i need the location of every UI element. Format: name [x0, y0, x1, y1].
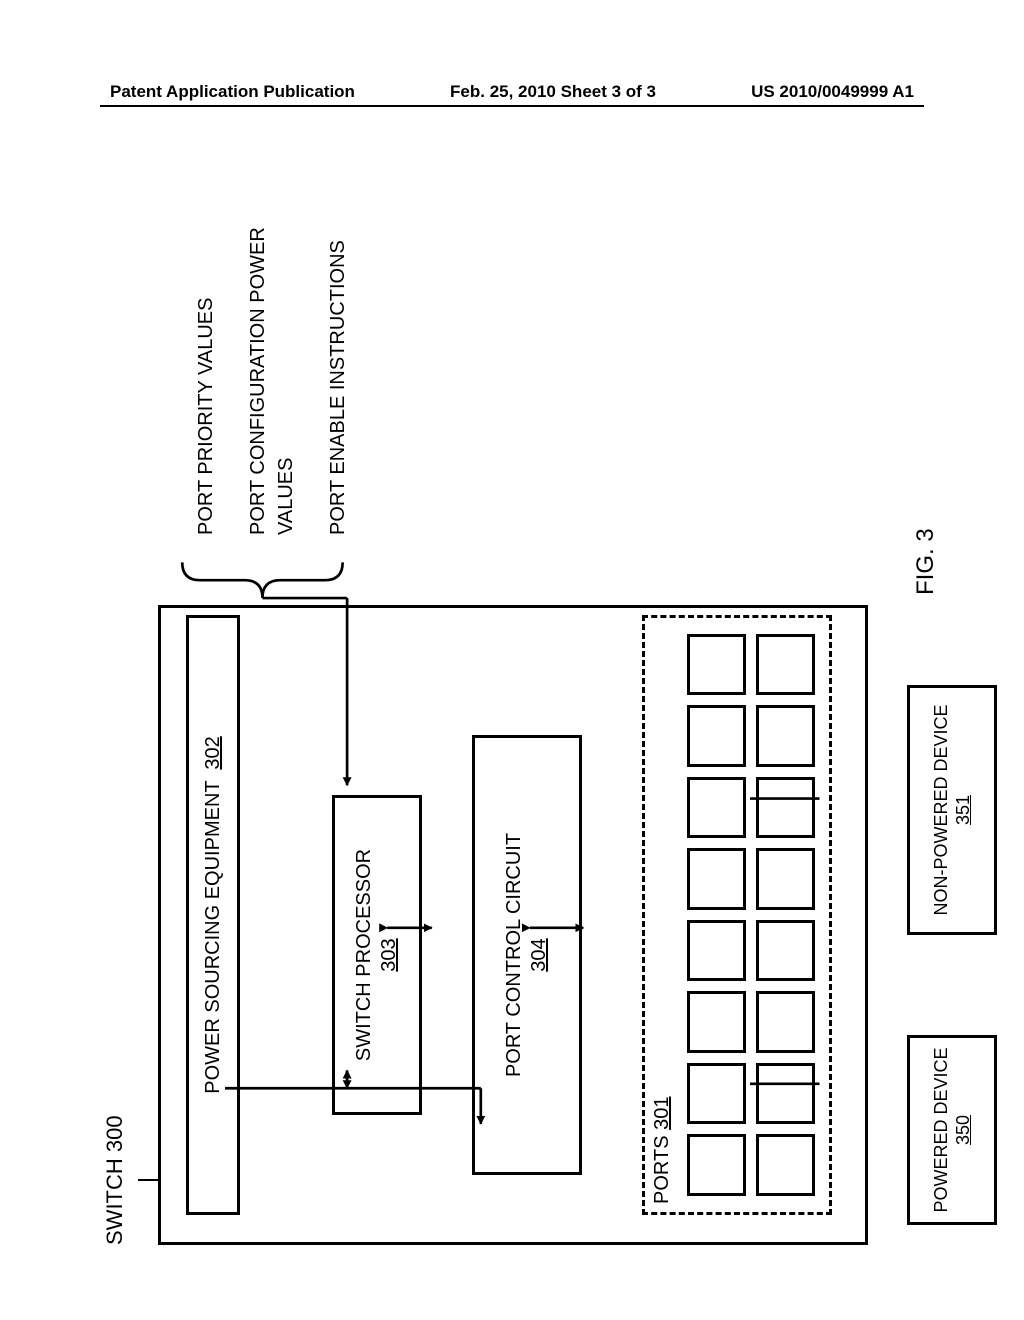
nonpowered-text: NON-POWERED DEVICE [931, 704, 951, 915]
patent-figure-page: Patent Application Publication Feb. 25, … [0, 0, 1024, 1320]
header-left: Patent Application Publication [110, 82, 355, 102]
page-header: Patent Application Publication Feb. 25, … [110, 82, 914, 102]
rotated-figure: SWITCH 300 POWER SOURCING EQUIPMENT 302 … [102, 155, 922, 1255]
nonpowered-ref: 351 [953, 795, 973, 825]
connector-overlay [102, 155, 922, 1255]
powered-ref: 350 [953, 1115, 973, 1145]
diagram-area: SWITCH 300 POWER SOURCING EQUIPMENT 302 … [60, 150, 964, 1260]
header-right: US 2010/0049999 A1 [751, 82, 914, 102]
header-rule [100, 105, 924, 107]
header-center: Feb. 25, 2010 Sheet 3 of 3 [450, 82, 656, 102]
powered-text: POWERED DEVICE [931, 1047, 951, 1212]
